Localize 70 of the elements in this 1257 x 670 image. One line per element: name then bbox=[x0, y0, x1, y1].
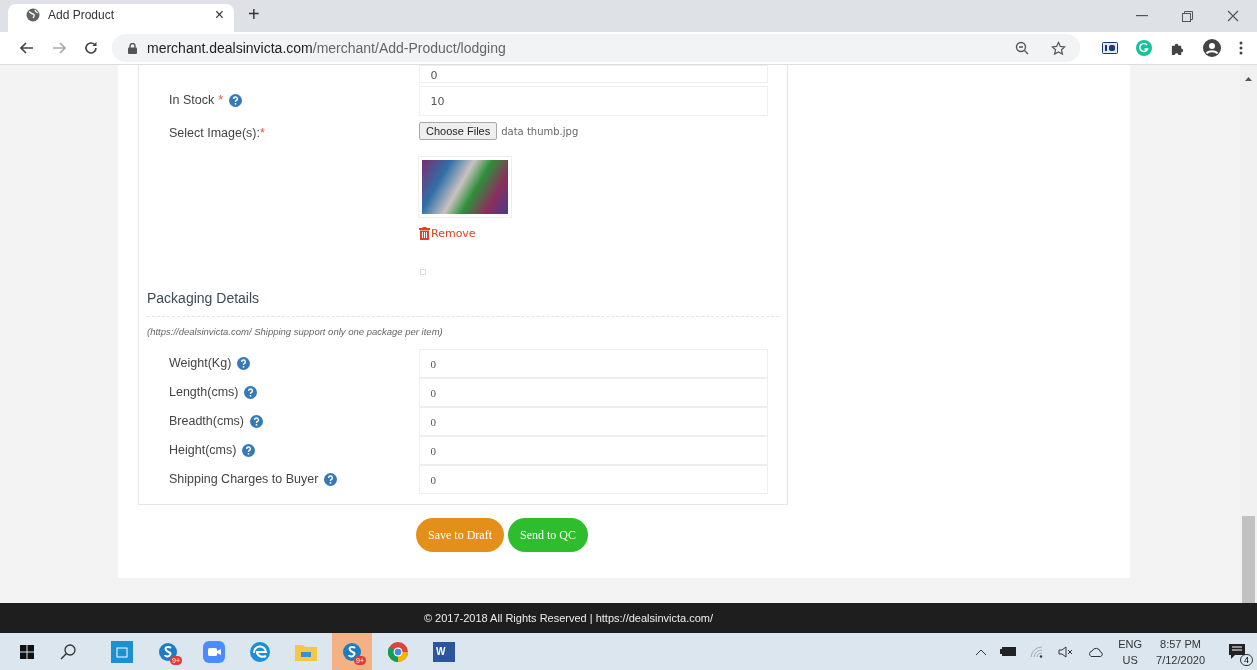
close-tab-button[interactable]: × bbox=[214, 6, 224, 24]
field-label: Breadth(cms) bbox=[169, 414, 245, 428]
menu-icon[interactable] bbox=[1239, 41, 1243, 55]
help-icon[interactable] bbox=[244, 385, 258, 399]
taskbar-app[interactable]: W bbox=[424, 633, 464, 670]
tab-title: Add Product bbox=[48, 8, 116, 22]
field-label: Weight(Kg) bbox=[169, 356, 232, 370]
trash-icon bbox=[419, 227, 430, 240]
folder-icon bbox=[295, 642, 317, 661]
input-field[interactable]: 0 bbox=[418, 465, 768, 494]
reload-icon[interactable] bbox=[84, 41, 98, 55]
muted-speaker-icon[interactable] bbox=[1058, 645, 1075, 658]
chat-app-icon bbox=[342, 641, 362, 662]
field-label: Length(cms) bbox=[169, 385, 239, 399]
help-icon[interactable] bbox=[229, 93, 243, 107]
browser-icon bbox=[249, 640, 271, 663]
help-icon[interactable] bbox=[242, 443, 256, 457]
close-icon[interactable] bbox=[1227, 10, 1239, 22]
field-label: Select Image(s): bbox=[169, 126, 260, 140]
wifi-icon[interactable] bbox=[1030, 645, 1045, 658]
battery-icon[interactable] bbox=[1000, 647, 1017, 656]
search-icon[interactable] bbox=[60, 643, 76, 660]
region-text[interactable]: US bbox=[1122, 651, 1138, 668]
section-heading: Packaging Details bbox=[147, 290, 261, 306]
input-field[interactable]: 0 bbox=[418, 349, 768, 378]
minimize-icon[interactable] bbox=[1136, 15, 1148, 17]
account-icon[interactable] bbox=[1203, 39, 1221, 57]
clock-time[interactable]: 8:57 PM bbox=[1160, 635, 1201, 652]
input-field[interactable]: 0 bbox=[418, 436, 768, 465]
field-label: In Stock bbox=[169, 93, 215, 107]
stock-input-field[interactable]: 10 bbox=[418, 86, 768, 116]
shipping-note: (https://dealsinvicta.com/ Shipping support only one package per item) bbox=[147, 326, 444, 337]
input-field[interactable]: 0 bbox=[418, 378, 768, 407]
restore-icon[interactable] bbox=[1182, 10, 1193, 22]
file-name: data thumb.jpg bbox=[501, 125, 579, 137]
caret-up-icon[interactable] bbox=[976, 648, 987, 655]
chrome-browser-icon bbox=[388, 641, 408, 662]
scrollbar-thumb[interactable] bbox=[1242, 516, 1255, 604]
store-app-icon bbox=[111, 640, 133, 663]
clock-date[interactable]: 7/12/2020 bbox=[1156, 651, 1205, 668]
required-mark: * bbox=[218, 93, 224, 107]
lock-icon bbox=[128, 42, 137, 54]
checkbox[interactable] bbox=[420, 269, 426, 275]
start-icon[interactable] bbox=[20, 644, 34, 659]
address-field[interactable]: merchant.dealsinvicta.com/merchant/Add-Product/lodging bbox=[112, 34, 1080, 62]
video-camera-icon bbox=[203, 640, 225, 663]
message-icon bbox=[1229, 644, 1245, 659]
chat-app-icon bbox=[158, 641, 178, 662]
choose-files-button[interactable]: Choose Files bbox=[419, 122, 498, 140]
new-tab-button[interactable]: + bbox=[248, 3, 260, 26]
word-app-icon: W bbox=[433, 641, 455, 662]
back-arrow-icon[interactable] bbox=[20, 42, 34, 54]
zoom-out-icon[interactable] bbox=[1015, 41, 1029, 55]
input-field[interactable]: 0 bbox=[418, 65, 768, 83]
input-field[interactable]: 0 bbox=[418, 407, 768, 436]
cloud-icon[interactable] bbox=[1088, 646, 1105, 657]
help-icon[interactable] bbox=[324, 472, 338, 486]
scroll-up-icon[interactable] bbox=[1245, 77, 1252, 81]
star-icon[interactable] bbox=[1051, 40, 1066, 56]
field-label: Height(cms) bbox=[169, 443, 237, 457]
copyright-text: © 2017-2018 All Rights Reserved | https://dealsinvicta.com/ bbox=[423, 612, 714, 624]
language-text[interactable]: ENG bbox=[1118, 635, 1143, 652]
help-icon[interactable] bbox=[250, 414, 264, 428]
help-icon[interactable] bbox=[237, 356, 251, 370]
remove-link[interactable]: Remove bbox=[419, 227, 476, 240]
notification-count: 4 bbox=[1240, 653, 1253, 666]
required-mark: * bbox=[260, 126, 265, 140]
browser-tab[interactable]: Add Product × bbox=[8, 4, 234, 32]
forward-arrow-icon[interactable] bbox=[52, 42, 66, 54]
field-label: Shipping Charges to Buyer bbox=[169, 472, 319, 486]
